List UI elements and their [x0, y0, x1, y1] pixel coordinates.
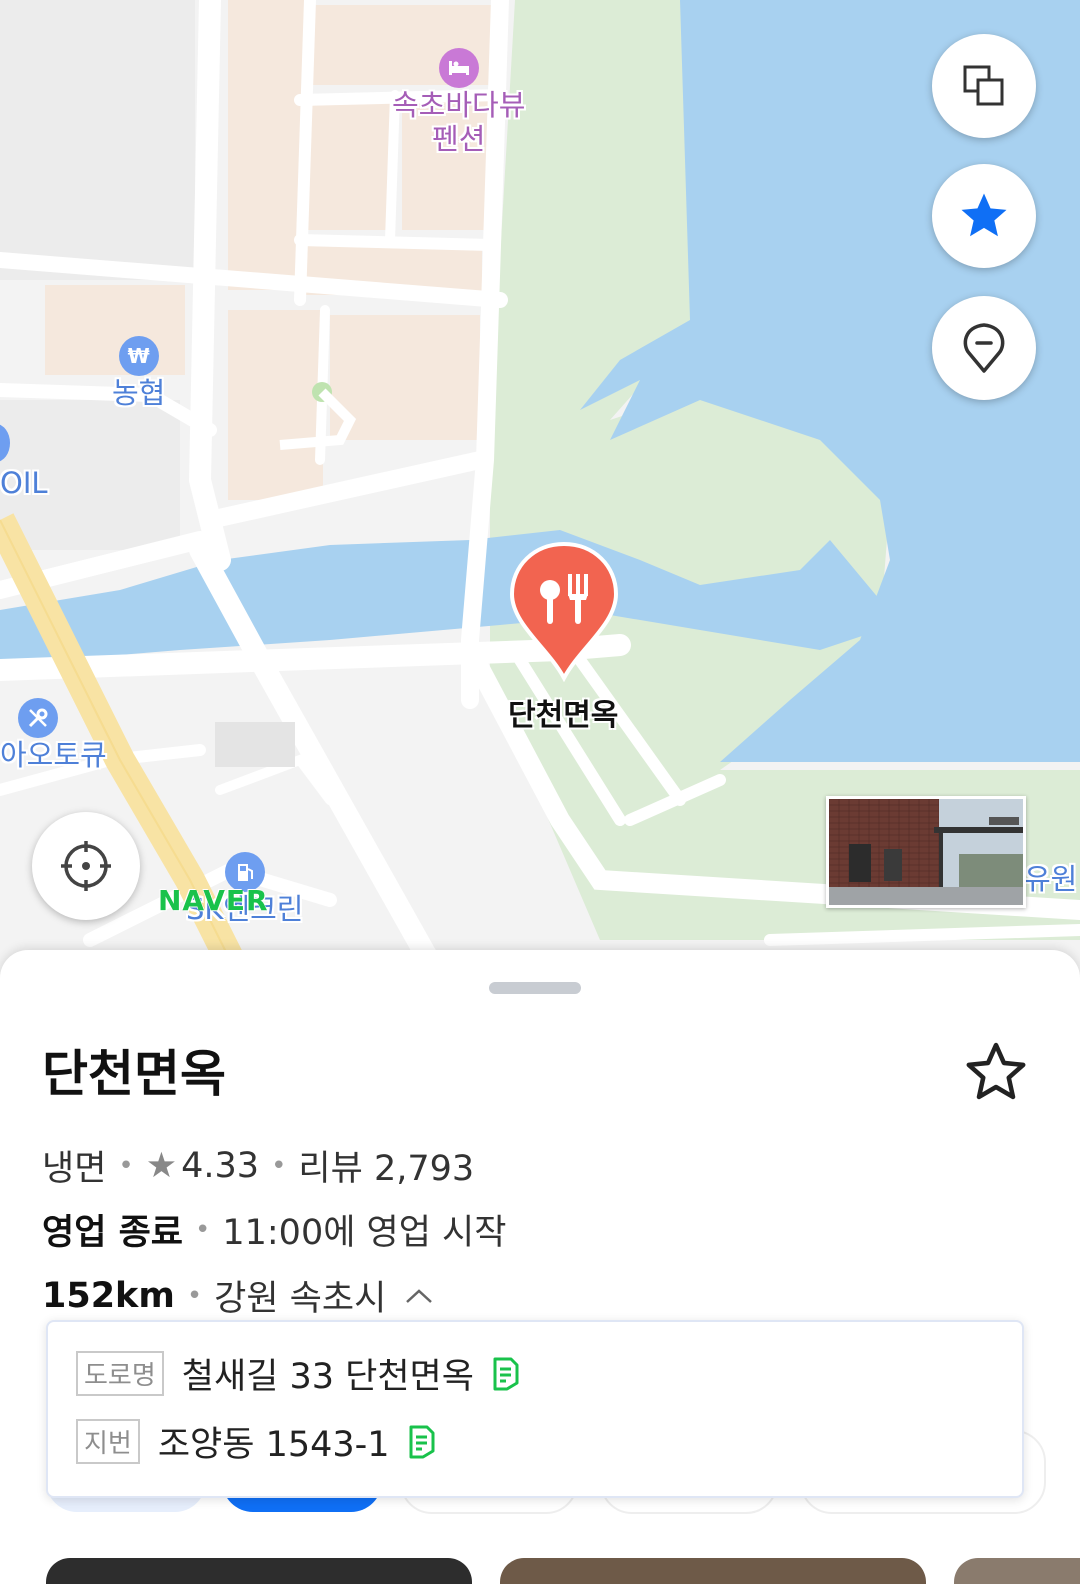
separator: •: [271, 1150, 287, 1181]
distance-value: 152km: [42, 1275, 175, 1316]
road-address-tag: 도로명: [76, 1351, 164, 1396]
crosshair-icon: [61, 841, 111, 891]
distance-line[interactable]: 152km • 강원 속초시: [42, 1270, 436, 1321]
lot-address: 조양동 1543-1: [157, 1425, 390, 1465]
chevron-up-icon[interactable]: [402, 1286, 436, 1306]
street-view-thumbnail[interactable]: [826, 796, 1026, 908]
poi-bank[interactable]: ₩ 농협: [112, 336, 165, 410]
map-view[interactable]: 속초바다뷰 펜션 ₩ 농협 OIL 아오토큐 SK엔크린 유원 단천면옥 NAV…: [0, 0, 1080, 980]
place-sheet[interactable]: 단천면옥 냉면 • ★ 4.33 • 리뷰 2,793 영업 종료 • 11:0…: [0, 950, 1080, 1584]
star-icon: [961, 193, 1007, 237]
address-popup: 도로명 철새길 33 단천면옥 지번 조양동 1543-1: [46, 1320, 1024, 1498]
poi-right-label[interactable]: 유원: [1024, 862, 1077, 896]
opening-hours: 11:00에 영업 시작: [222, 1213, 507, 1253]
layer-button[interactable]: [932, 34, 1036, 138]
poi-oil-label[interactable]: OIL: [0, 466, 48, 500]
photo-thumbnail[interactable]: [954, 1558, 1080, 1584]
won-icon: ₩: [118, 336, 159, 376]
street-view-image: [829, 799, 1023, 905]
road-address-row: 도로명 철새길 33 단천면옥: [76, 1348, 520, 1399]
rating-value: 4.33: [181, 1145, 260, 1186]
photo-thumbnail[interactable]: [500, 1558, 926, 1584]
place-meta-line: 냉면 • ★ 4.33 • 리뷰 2,793: [42, 1140, 474, 1191]
layer-icon: [963, 65, 1004, 106]
wrench-icon: [18, 698, 59, 738]
rating-star-icon: ★: [145, 1145, 178, 1186]
poi-auto-label: 아오토큐: [0, 738, 107, 772]
photo-thumbnail[interactable]: [46, 1558, 472, 1584]
region-label: 강원 속초시: [214, 1279, 387, 1319]
poi-pension-label: 속초바다뷰 펜션: [392, 88, 526, 156]
road-address: 철새길 33 단천면옥: [181, 1357, 474, 1397]
poi-bank-label: 농협: [112, 376, 166, 410]
review-count[interactable]: 리뷰 2,793: [298, 1140, 474, 1191]
copy-icon[interactable]: [406, 1424, 436, 1460]
favorites-button[interactable]: [932, 164, 1036, 268]
hours-line[interactable]: 영업 종료 • 11:00에 영업 시작: [42, 1204, 506, 1255]
separator: •: [195, 1214, 211, 1245]
poi-auto[interactable]: 아오토큐: [0, 698, 107, 772]
pin-label: 단천면옥: [508, 698, 619, 733]
location-pin-icon: [963, 323, 1005, 373]
category-label: 냉면: [42, 1149, 107, 1189]
sheet-handle[interactable]: [489, 982, 581, 994]
marker-button[interactable]: [932, 296, 1036, 400]
separator: •: [186, 1280, 203, 1311]
lot-address-row: 지번 조양동 1543-1: [76, 1416, 436, 1467]
copy-icon[interactable]: [490, 1356, 520, 1392]
place-title: 단천면옥: [42, 1045, 226, 1103]
restaurant-pin-icon[interactable]: [508, 540, 620, 682]
current-location-button[interactable]: [32, 812, 140, 920]
business-status: 영업 종료: [42, 1213, 183, 1253]
poi-pension[interactable]: 속초바다뷰 펜션: [392, 48, 525, 156]
naver-logo: NAVER: [158, 884, 269, 917]
lot-address-tag: 지번: [76, 1419, 140, 1464]
bed-icon: [438, 48, 479, 88]
star-outline-icon[interactable]: [962, 1038, 1030, 1106]
separator: •: [118, 1150, 134, 1181]
